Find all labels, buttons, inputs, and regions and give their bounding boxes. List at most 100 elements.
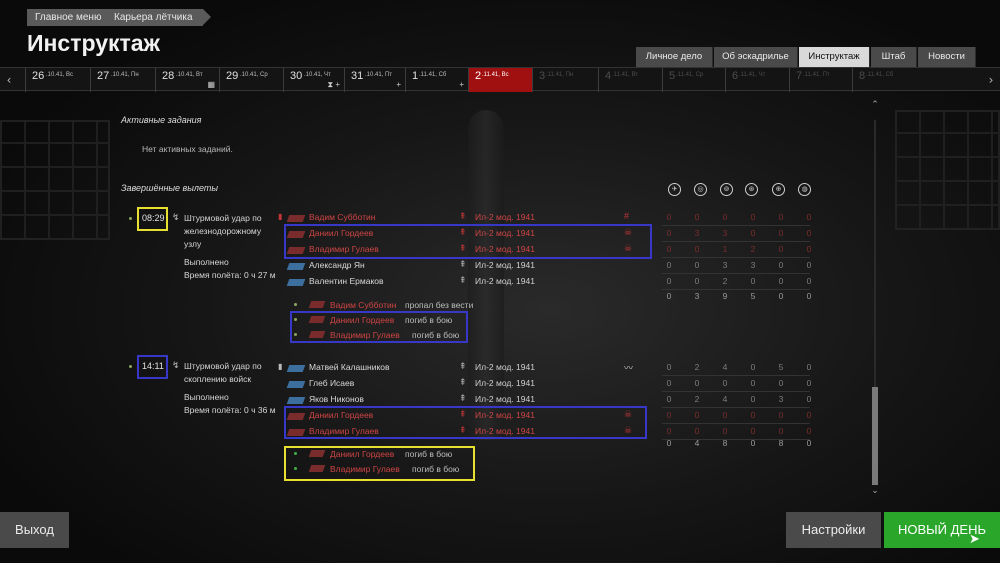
timeline-prev-arrow[interactable]: ‹ [0, 68, 18, 92]
timeline-day[interactable]: 28.10.41, Вт ▦ [155, 68, 219, 92]
exit-button[interactable]: Выход [0, 512, 69, 548]
tab-about-squadron[interactable]: Об эскадрилье [714, 47, 798, 67]
day-timeline: ‹ › 26.10.41, Вс 27.10.41, Пн 28.10.41, Вт… [0, 67, 1000, 92]
timeline-day[interactable]: 3.11.41, Пн [532, 68, 598, 92]
total-value: 0 [666, 438, 672, 448]
aircraft-name: Ил-2 мод. 1941 [475, 426, 535, 436]
stat-value: 0 [750, 378, 756, 388]
pilot-row[interactable]: Даниил Гордеев ⇞ Ил-2 мод. 1941 ☠ 0 0 0 0 0 0 [284, 409, 811, 424]
casualty-item[interactable]: Вадим Субботин пропал без вести [294, 298, 474, 312]
squadron-flag-icon [286, 381, 306, 388]
tab-personal-file[interactable]: Личное дело [636, 47, 713, 67]
day-number: 31 [351, 70, 364, 82]
pilot-row[interactable]: Глеб Исаев ⇞ Ил-2 мод. 1941 0 0 0 0 0 0 [284, 377, 811, 392]
casualty-item[interactable]: Владимир Гулаев погиб в бою [294, 328, 474, 342]
aircraft-name: Ил-2 мод. 1941 [475, 244, 535, 254]
total-value: 0 [806, 291, 812, 301]
day-date: .10.41, Чт [304, 72, 331, 78]
stat-value: 3 [722, 260, 728, 270]
timeline-day[interactable]: 30.10.41, Чт ⧗ + [283, 68, 344, 92]
aa-target-icon: ◍ [798, 183, 811, 196]
page-title: Инструктаж [27, 30, 160, 56]
stat-value: 0 [694, 260, 700, 270]
casualty-status: погиб в бою [405, 449, 453, 459]
flight-time: Время полёта: 0 ч 36 м [184, 405, 276, 415]
timeline-day[interactable]: 31.10.41, Пт + [344, 68, 405, 92]
stat-value: 0 [666, 394, 672, 404]
scrollbar[interactable]: ⌃ ⌄ [871, 100, 879, 496]
timeline-day[interactable]: 6.11.41, Чт [725, 68, 789, 92]
settings-button[interactable]: Настройки [786, 512, 881, 548]
scroll-up-icon[interactable]: ⌃ [869, 100, 881, 110]
timeline-day[interactable]: 26.10.41, Вс [25, 68, 90, 92]
aircraft-icon: ⇞ [459, 211, 467, 221]
timeline-day[interactable]: 27.10.41, Пн [90, 68, 155, 92]
scroll-thumb[interactable] [872, 387, 878, 485]
timeline-day[interactable]: 2.11.41, Вс [468, 68, 532, 92]
new-day-button[interactable]: НОВЫЙ ДЕНЬ [884, 512, 1000, 548]
timeline-day[interactable]: 5.11.41, Ср [662, 68, 725, 92]
pilot-row[interactable]: ▮ Вадим Субботин ⇞ Ил-2 мод. 1941 #0 0 0 0 0 0 [278, 211, 811, 226]
pilot-row[interactable]: Александр Ян ⇞ Ил-2 мод. 1941 0 0 3 3 0 0 [284, 259, 811, 274]
stat-value: 0 [750, 362, 756, 372]
stat-value: 3 [722, 228, 728, 238]
aircraft-name: Ил-2 мод. 1941 [475, 212, 535, 222]
timeline-day[interactable]: 7.11.41, Пт [789, 68, 852, 92]
tab-headquarters[interactable]: Штаб [871, 47, 917, 67]
total-value: 0 [666, 291, 672, 301]
casualty-bullet [294, 318, 297, 321]
breadcrumb-pilot-career[interactable]: Карьера лётчика [106, 9, 211, 26]
stat-value: 0 [694, 276, 700, 286]
aircraft-name: Ил-2 мод. 1941 [475, 378, 535, 388]
pilot-name: Александр Ян [309, 260, 365, 270]
ground-target-icon: ◎ [694, 183, 707, 196]
stat-value: 0 [722, 378, 728, 388]
timeline-day[interactable]: 29.10.41, Ср [219, 68, 283, 92]
scroll-down-icon[interactable]: ⌄ [869, 486, 881, 496]
day-date: .11.41, Пт [803, 72, 830, 78]
casualty-status: пропал без вести [405, 300, 474, 310]
total-value: 5 [750, 291, 756, 301]
row-divider [662, 375, 810, 376]
row-divider [662, 241, 810, 242]
stat-value: 0 [806, 426, 812, 436]
tab-news[interactable]: Новости [918, 47, 976, 67]
stat-value: 0 [750, 276, 756, 286]
row-divider [662, 257, 810, 258]
day-date: .11.41, Сб [419, 72, 447, 78]
leader-bookmark-icon: ▮ [278, 212, 283, 221]
timeline-day[interactable]: 8.11.41, Сб [852, 68, 916, 92]
stat-value: 0 [778, 276, 784, 286]
timeline-day[interactable]: 4.11.41, Вт [598, 68, 662, 92]
stat-value: 0 [694, 378, 700, 388]
casualty-name: Даниил Гордеев [330, 449, 395, 459]
casualty-item[interactable]: Даниил Гордеев погиб в бою [294, 313, 474, 327]
timeline-day[interactable]: 1.11.41, Сб + [405, 68, 468, 92]
stat-value: 0 [666, 362, 672, 372]
timeline-next-arrow[interactable]: › [982, 68, 1000, 92]
pilot-row[interactable]: Яков Никонов ⇞ Ил-2 мод. 1941 0 2 4 0 3 0 [284, 393, 811, 408]
pilot-status-icon: ☠ [624, 425, 633, 435]
tab-briefing[interactable]: Инструктаж [799, 47, 870, 67]
breadcrumb-main-menu[interactable]: Главное меню [27, 9, 120, 26]
casualty-bullet [294, 303, 297, 306]
aircraft-name: Ил-2 мод. 1941 [475, 410, 535, 420]
pilot-row[interactable]: ▮ Матвей Калашников ⇞ Ил-2 мод. 1941 〰 0 2 4 0 5 0 [278, 361, 811, 376]
squadron-flag-icon [308, 316, 326, 323]
aircraft-icon: ⇞ [459, 377, 467, 387]
stat-value: 0 [722, 410, 728, 420]
row-divider [662, 391, 810, 392]
aircraft-name: Ил-2 мод. 1941 [475, 362, 535, 372]
pilot-row[interactable]: Валентин Ермаков ⇞ Ил-2 мод. 1941 0 0 2 0 0 0 [284, 275, 811, 290]
mission-status: Выполнено [184, 257, 229, 267]
row-divider [662, 273, 810, 274]
stat-value: 3 [750, 260, 756, 270]
aircraft-icon: ⇞ [459, 243, 467, 253]
stat-value: 4 [722, 362, 728, 372]
pilot-row[interactable]: Даниил Гордеев ⇞ Ил-2 мод. 1941 ☠ 0 3 3 0 0 0 [284, 227, 811, 242]
pilot-row[interactable]: Владимир Гулаев ⇞ Ил-2 мод. 1941 ☠ 0 0 1 2 0 0 [284, 243, 811, 258]
casualty-bullet [294, 452, 297, 455]
casualty-item[interactable]: Даниил Гордеев погиб в бою [294, 447, 474, 461]
armor-target-icon: ⊚ [720, 183, 733, 196]
casualty-item[interactable]: Владимир Гулаев погиб в бою [294, 462, 474, 476]
